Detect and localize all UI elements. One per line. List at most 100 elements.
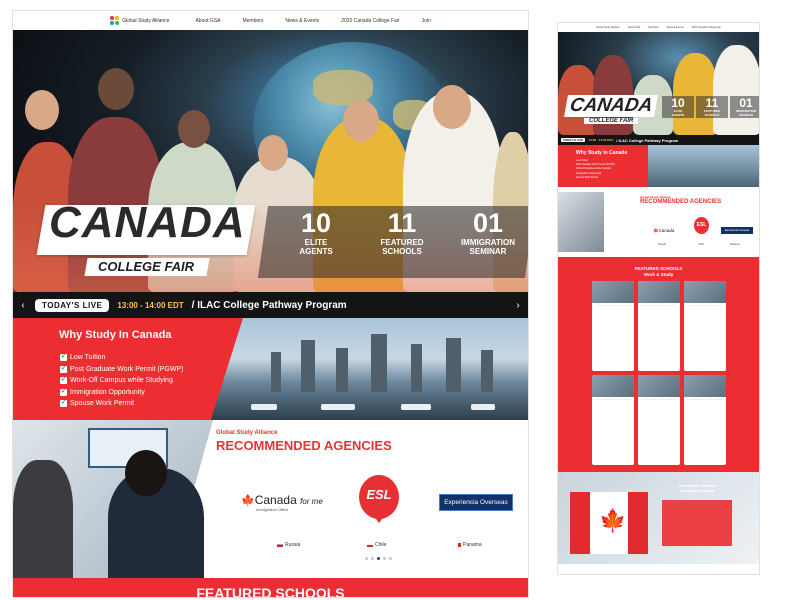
- list-item-label: Immigration Opportunity: [70, 388, 145, 396]
- student-head: [98, 68, 134, 110]
- stat-number: 10: [300, 208, 332, 238]
- nav-news[interactable]: News & Events: [285, 18, 319, 24]
- carousel-dot[interactable]: [377, 557, 380, 560]
- esl-logo[interactable]: ESL: [359, 475, 399, 519]
- divider: [595, 305, 631, 306]
- nav-brand[interactable]: Global Study Alliance: [110, 16, 169, 25]
- school-card[interactable]: · · ·: [638, 375, 680, 465]
- tower: [271, 352, 281, 392]
- school-card[interactable]: · · ·: [592, 281, 634, 371]
- nav-fair[interactable]: 2020 Canada College Fair: [341, 18, 399, 24]
- canada-for-me-logo[interactable]: 🍁Canada for me Immigration Office: [241, 493, 323, 512]
- live-time: 13:00 - 14:00 EDT: [588, 138, 614, 142]
- list-item-label: Spouse Work Permit: [70, 400, 135, 407]
- agencies-subtitle: Global Study Alliance: [216, 430, 278, 436]
- student-head: [178, 110, 210, 148]
- boat: [401, 404, 431, 410]
- nav-news[interactable]: News & Events: [667, 26, 684, 29]
- school-photo: [592, 375, 634, 397]
- nav-fair[interactable]: 2020 Canada College Fair: [692, 26, 721, 29]
- tower: [336, 348, 348, 392]
- list-item-label: Post Graduate Work Permit (PGWP): [70, 365, 184, 373]
- live-badge: TODAY'S LIVE: [35, 298, 110, 312]
- list-item: ✓ Low Tuition: [60, 352, 183, 364]
- check-icon: ✓: [60, 377, 67, 385]
- chevron-right-icon[interactable]: ›: [514, 300, 522, 311]
- top-nav: Global Study Alliance About GSA Members …: [13, 11, 528, 30]
- school-card[interactable]: · · ·: [684, 281, 726, 371]
- divider: [687, 305, 723, 306]
- mobile-agencies: Global Study Alliance RECOMMENDED AGENCI…: [558, 187, 759, 257]
- stat-label: SEMINAR: [469, 247, 507, 256]
- hero-title: CANADA: [564, 95, 659, 117]
- nav-join[interactable]: Join: [422, 18, 431, 24]
- school-card-grid: · · · · · · · · · · · · · · · · · ·: [592, 281, 732, 465]
- live-program-link[interactable]: / ILAC College Pathway Program: [616, 138, 678, 143]
- stat-number: 11: [387, 208, 417, 238]
- esl-logo[interactable]: ESL: [694, 217, 709, 234]
- hero-title: CANADA: [49, 198, 246, 247]
- card-rows: · · ·: [595, 310, 596, 320]
- list-item-label: Work-Off Campus while Studying: [70, 377, 173, 384]
- nav-members[interactable]: Members: [242, 18, 263, 24]
- list-item: ✓ Spouse Work Permit: [60, 398, 183, 410]
- desktop-mockup: Global Study Alliance About GSA Members …: [12, 10, 529, 598]
- school-card[interactable]: · · ·: [684, 375, 726, 465]
- carousel-dot[interactable]: [365, 557, 368, 560]
- carousel-dot[interactable]: [389, 557, 392, 560]
- mobile-seminar: 🍁 International Students Immigration Sem…: [558, 472, 759, 564]
- nav-about[interactable]: About GSA: [628, 26, 641, 29]
- carousel-dot[interactable]: [371, 557, 374, 560]
- stat-schools: 11 FEATURED SCHOOLS: [696, 96, 728, 118]
- experiencia-overseas-logo[interactable]: Experiencia Overseas: [721, 227, 753, 234]
- agencies-section: Global Study Alliance RECOMMENDED AGENCI…: [13, 420, 528, 578]
- carousel-dots: [365, 557, 392, 560]
- brand-label[interactable]: Global Study Alliance: [596, 26, 620, 29]
- canada-logo-text: Canada: [254, 493, 297, 507]
- why-study-section: Why Study In Canada ✓ Low Tuition ✓ Post G…: [13, 318, 528, 420]
- canada-logo-text: Canada: [658, 228, 675, 233]
- hero-subtitle: COLLEGE FAIR: [98, 259, 195, 274]
- divider: [595, 399, 631, 400]
- nav-members[interactable]: Members: [648, 26, 658, 29]
- live-program-link[interactable]: / ILAC College Pathway Program: [192, 300, 506, 311]
- list-item: Spouse Work Permit: [576, 175, 598, 179]
- agencies-title: RECOMMENDED AGENCIES: [216, 438, 392, 453]
- students-photo: [558, 192, 604, 252]
- boat: [251, 404, 277, 410]
- panama-flag-icon: [455, 543, 461, 547]
- list-item-label: Low Tuition: [70, 354, 106, 361]
- stat-label: SEMINAR: [739, 112, 753, 117]
- country-label: Russia: [658, 243, 666, 246]
- tower: [446, 338, 461, 392]
- tower: [481, 350, 493, 392]
- canada-for-me-logo[interactable]: 🍁Canada: [653, 228, 674, 234]
- nav-about[interactable]: About GSA: [195, 18, 220, 24]
- flag-band: [570, 492, 590, 554]
- school-card[interactable]: · · ·: [638, 281, 680, 371]
- live-badge: TODAY'S LIVE: [561, 138, 586, 142]
- tower: [301, 340, 315, 392]
- student-figure: [673, 53, 718, 135]
- esl-logo-tip: [373, 515, 385, 523]
- chevron-left-icon[interactable]: ‹: [19, 300, 27, 311]
- experiencia-overseas-logo[interactable]: Experiencia Overseas: [439, 494, 513, 511]
- stats-row: 10 ELITE AGENTS 11 FEATURED SCHOOLS 01 IMMIGR…: [662, 96, 759, 118]
- school-card[interactable]: · · ·: [592, 375, 634, 465]
- gsa-logo-icon: [110, 16, 120, 25]
- stat-label: ELITE: [304, 238, 328, 247]
- flag-band: [628, 492, 648, 554]
- country-russia: Russia: [277, 542, 300, 548]
- stat-label: AGENTS: [299, 247, 333, 256]
- stat-agents: 10 ELITE AGENTS: [662, 96, 694, 118]
- carousel-dot[interactable]: [383, 557, 386, 560]
- chile-flag-icon: [367, 543, 373, 547]
- stats-row: 10 ELITE AGENTS 11 FEATURED SCHOOLS 01 I…: [273, 208, 528, 256]
- mobile-featured-schools: FEATURED SCHOOLS Work & Study · · · · · · · ·…: [558, 257, 759, 472]
- stat-label: SCHOOLS: [382, 247, 422, 256]
- school-photo: [684, 281, 726, 303]
- card-rows: · · ·: [641, 404, 642, 414]
- why-list: Low Tuition Post Graduate Work Permit (P…: [576, 159, 615, 180]
- student-figure: [13, 460, 73, 578]
- boat: [471, 404, 495, 410]
